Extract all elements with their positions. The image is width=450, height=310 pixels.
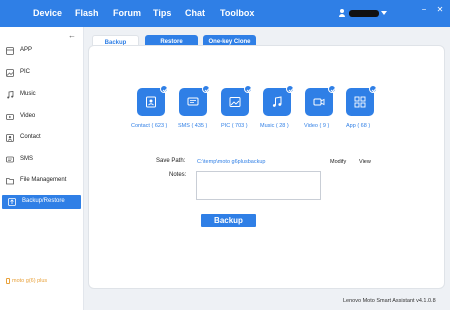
category-video[interactable] [305,85,336,116]
category-pic[interactable] [221,85,252,116]
notes-field[interactable] [196,171,321,200]
sidebar-item-label: PIC [20,69,31,75]
category-label-video: Video ( 9 ) [304,123,330,129]
folder-icon [6,178,14,185]
sidebar-item-contact[interactable]: Contact [0,131,84,145]
checkmark-icon[interactable] [202,85,210,93]
sidebar-item-music[interactable]: Music [0,88,84,102]
category-label-pic: PIC ( 703 ) [221,123,248,129]
sidebar-item-label: Music [20,91,36,97]
notes-label: Notes: [169,172,187,178]
sidebar-item-label: Video [20,113,36,119]
sidebar-item-pic[interactable]: PIC [0,66,84,80]
nav-tips[interactable]: Tips [153,8,171,18]
sidebar-item-label: Backup/Restore [22,198,65,204]
top-navigation-bar: Device Flash Forum Tips Chat Toolbox − ✕ [0,0,450,27]
checkmark-icon[interactable] [286,85,294,93]
nav-device[interactable]: Device [33,8,62,18]
chevron-down-icon[interactable] [381,11,387,15]
checkmark-icon[interactable] [369,85,377,93]
nav-toolbox[interactable]: Toolbox [220,8,254,18]
sidebar-item-label: SMS [20,156,34,162]
sidebar-item-file-management[interactable]: File Management [0,174,84,188]
app-grid-icon [354,96,366,108]
collapse-arrow-icon[interactable]: ← [68,31,76,40]
category-label-music: Music ( 28 ) [260,123,289,129]
contact-book-icon [146,96,156,108]
app-icon [6,47,14,55]
backup-icon [8,198,16,206]
sidebar: ← APP PIC Music Video Contact SMS File M… [0,27,84,310]
nav-chat[interactable]: Chat [185,8,205,18]
version-text: Lenovo Moto Smart Assistant v4.1.0.8 [343,298,436,304]
sidebar-item-sms[interactable]: SMS [0,153,84,167]
sidebar-item-label: File Management [20,177,67,183]
checkmark-icon[interactable] [244,85,252,93]
contact-icon [6,134,14,142]
save-path-label: Save Path: [156,158,186,164]
music-icon [7,91,14,99]
picture-icon [229,97,241,107]
device-name: moto g(6) plus [12,278,48,284]
sidebar-item-backup-restore[interactable]: Backup/Restore [2,195,81,209]
category-label-app: App ( 68 ) [346,123,371,129]
checkmark-icon[interactable] [328,85,336,93]
category-music[interactable] [263,85,294,116]
music-note-icon [272,96,282,107]
category-app[interactable] [346,85,377,116]
user-icon [338,9,346,17]
category-label-contact: Contact ( 623 ) [131,123,168,129]
nav-forum[interactable]: Forum [113,8,141,18]
minimize-icon[interactable]: − [420,6,428,14]
phone-icon [6,278,10,284]
close-icon[interactable]: ✕ [436,6,444,14]
sidebar-item-video[interactable]: Video [0,110,84,124]
backup-button[interactable]: Backup [201,214,256,227]
view-link[interactable]: View [359,159,371,165]
backup-panel [88,45,445,289]
sms-icon [187,97,199,106]
video-camera-icon [313,98,325,106]
sidebar-item-label: APP [20,47,33,53]
checkmark-icon[interactable] [160,85,168,93]
picture-icon [6,69,14,77]
modify-link[interactable]: Modify [330,159,346,165]
save-path-value: C:\temp\moto g6plusbackup [197,159,266,165]
sidebar-item-label: Contact [20,134,41,140]
sms-icon [6,156,14,163]
category-sms[interactable] [179,85,210,116]
category-label-sms: SMS ( 435 ) [178,123,208,129]
category-contact[interactable] [137,85,168,116]
video-icon [6,114,14,120]
user-name-redacted [349,10,379,17]
sidebar-item-app[interactable]: APP [0,44,84,58]
nav-flash[interactable]: Flash [75,8,99,18]
